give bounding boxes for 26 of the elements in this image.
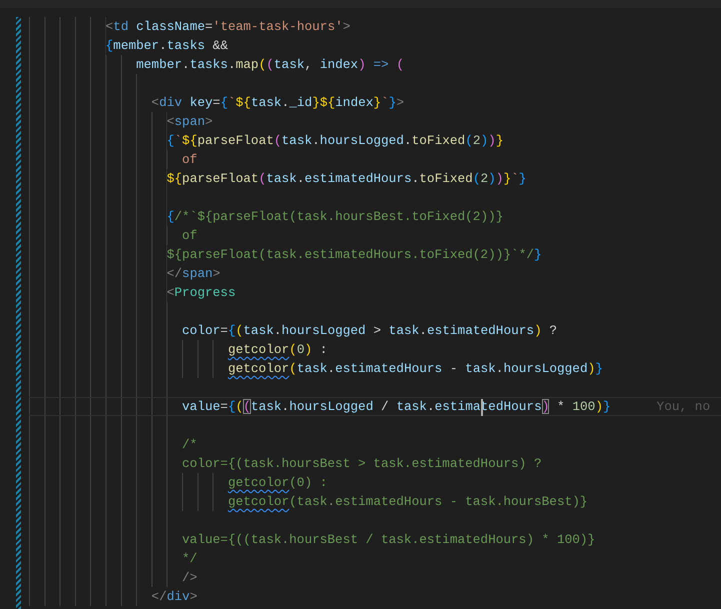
code-line: getcolor(0) : <box>228 474 328 491</box>
code-line: getcolor(0) : <box>228 341 328 358</box>
code-line: of <box>182 151 198 168</box>
code-line: /* <box>182 436 198 453</box>
code-line: member.tasks.map((task, index) => ( <box>136 56 404 73</box>
code-line: {`${parseFloat(task.hoursLogged.toFixed(2))} <box>166 132 504 149</box>
code-line: /> <box>182 569 198 586</box>
code-line: color={(task.hoursLogged > task.estimatedHours) ? <box>182 322 558 339</box>
blame-annotation: You, no <box>656 399 710 414</box>
code-line: ${parseFloat(task.estimatedHours.toFixed(2))}`*/} <box>166 246 542 263</box>
code-line: getcolor(task.estimatedHours - task.hoursBest)} <box>228 493 588 510</box>
code-line: {member.tasks && <box>106 37 228 54</box>
code-line: value={((task.hoursLogged / task.estimatedHours) * 100)} <box>182 398 611 415</box>
code-line: of <box>182 227 198 244</box>
code-line: ${parseFloat(task.estimatedHours.toFixed(2))}`} <box>166 170 526 187</box>
code-line: {/*`${parseFloat(task.hoursBest.toFixed(2))} <box>166 208 504 225</box>
code-line: color={(task.hoursBest > task.estimatedHours) ? <box>182 455 542 472</box>
code-line: </span> <box>166 265 220 282</box>
code-line: <span> <box>166 113 213 130</box>
code-line: getcolor(task.estimatedHours - task.hoursLogged)} <box>228 360 603 377</box>
code-line: <div key={`${task._id}${index}`}> <box>151 94 404 111</box>
code-line: </div> <box>151 588 198 605</box>
code-line: <td className='team-task-hours'> <box>106 18 350 35</box>
code-line: */ <box>182 550 198 567</box>
code-line: <Progress <box>166 284 236 301</box>
code-line: value={((task.hoursBest / task.estimatedHours) * 100)} <box>182 531 596 548</box>
